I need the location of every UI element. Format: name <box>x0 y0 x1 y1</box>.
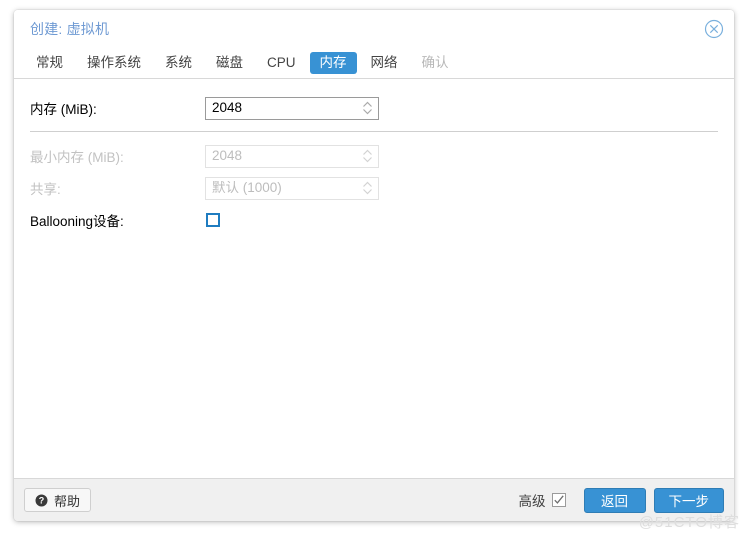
tab-bar: 常规 操作系统 系统 磁盘 CPU 内存 网络 确认 <box>14 48 734 78</box>
screen: 创建: 虚拟机 常规 操作系统 系统 磁盘 CPU 内存 网络 确认 内存 (M… <box>0 0 748 538</box>
dialog-header: 创建: 虚拟机 <box>14 10 734 48</box>
tab-cpu[interactable]: CPU <box>257 52 306 75</box>
min-memory-value: 2048 <box>212 149 243 163</box>
shares-label: 共享: <box>30 182 61 197</box>
tab-disks[interactable]: 磁盘 <box>206 52 253 75</box>
help-button[interactable]: ? 帮助 <box>24 488 92 512</box>
ballooning-row: Ballooning设备: <box>30 205 718 235</box>
watermark: @51CTO博客 <box>638 514 740 531</box>
shares-value: 默认 (1000) <box>212 181 282 195</box>
tab-system[interactable]: 系统 <box>155 52 202 75</box>
memory-label: 内存 (MiB): <box>30 102 97 117</box>
shares-row: 共享: 默认 (1000) <box>30 173 718 203</box>
min-memory-label: 最小内存 (MiB): <box>30 150 124 165</box>
dialog-title: 创建: 虚拟机 <box>30 21 110 37</box>
spinner-updown-icon <box>362 149 373 164</box>
svg-text:?: ? <box>39 495 45 505</box>
spinner-updown-icon <box>362 181 373 196</box>
tab-confirm: 确认 <box>421 54 449 70</box>
dialog-footer: ? 帮助 高级 返回 下一步 <box>14 479 734 521</box>
min-memory-row: 最小内存 (MiB): 2048 <box>30 141 718 171</box>
create-vm-dialog: 创建: 虚拟机 常规 操作系统 系统 磁盘 CPU 内存 网络 确认 内存 (M… <box>14 10 734 521</box>
dialog-body: 内存 (MiB): 2048 最小内存 (MiB): 2048 共享: 默认 (… <box>14 78 734 479</box>
back-button[interactable]: 返回 <box>583 487 646 513</box>
ballooning-label: Ballooning设备: <box>30 214 124 229</box>
next-button[interactable]: 下一步 <box>653 487 724 513</box>
section-divider <box>30 131 718 132</box>
shares-input: 默认 (1000) <box>205 176 379 200</box>
spinner-updown-icon[interactable] <box>362 101 373 116</box>
memory-value: 2048 <box>212 101 243 115</box>
close-icon[interactable] <box>704 19 724 39</box>
tab-os[interactable]: 操作系统 <box>77 52 151 75</box>
ballooning-checkbox[interactable] <box>206 213 220 227</box>
advanced-toggle[interactable]: 高级 <box>519 490 566 510</box>
help-button-label: 帮助 <box>54 493 81 509</box>
min-memory-input: 2048 <box>205 144 379 168</box>
tab-network[interactable]: 网络 <box>361 52 408 75</box>
memory-input[interactable]: 2048 <box>205 96 379 120</box>
tab-general[interactable]: 常规 <box>26 52 73 75</box>
advanced-checkbox[interactable] <box>551 493 566 507</box>
memory-row: 内存 (MiB): 2048 <box>30 93 718 123</box>
advanced-label: 高级 <box>518 494 546 509</box>
tab-memory[interactable]: 内存 <box>309 51 357 75</box>
question-circle-icon: ? <box>35 494 48 507</box>
